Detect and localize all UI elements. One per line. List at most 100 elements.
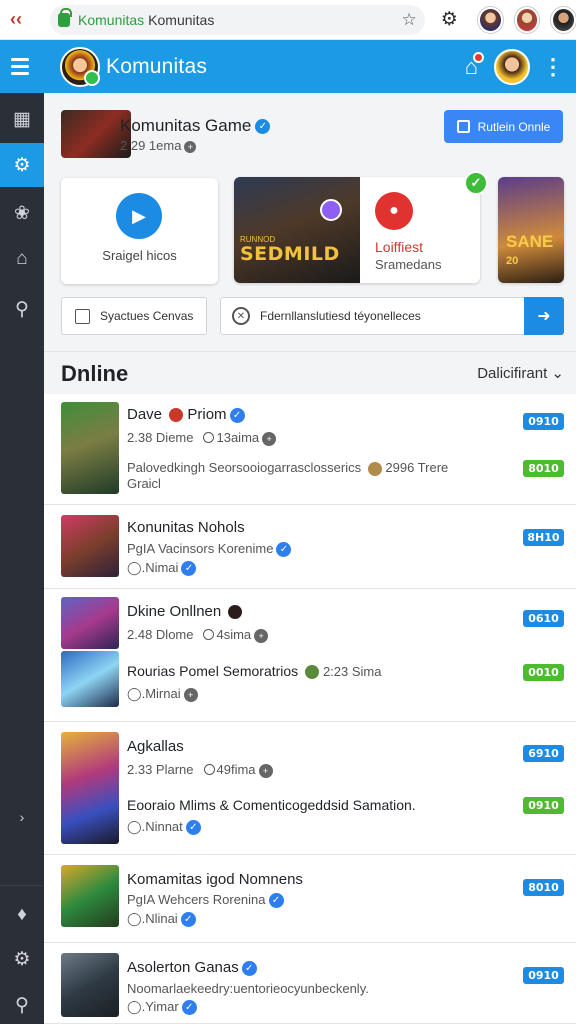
- list-item[interactable]: Komamitas igod Nomnens PgIA Wehcers Rore…: [44, 855, 576, 943]
- item-name: Dkine Onllnen: [127, 603, 243, 620]
- sidebar: ▦ ⚙ ❀ ⌂ ⚲ › ♦ ⚙ ⚲: [0, 93, 44, 1024]
- checkbox[interactable]: [75, 308, 90, 324]
- gear-icon[interactable]: ⚙: [0, 143, 44, 187]
- verified-icon: ✓: [181, 1000, 197, 1016]
- tile-game-title: SANE: [506, 232, 554, 251]
- featured-game-tile[interactable]: RUNNOD SEDMILD ● Loiffiest Sramedans: [234, 177, 480, 283]
- tile-title: Loiffiest: [375, 239, 423, 255]
- address-bar[interactable]: Komunitas Komunitas ☆: [50, 4, 425, 35]
- url-domain: Komunitas: [78, 11, 145, 28]
- search-field[interactable]: ✕ ➜: [220, 297, 564, 335]
- main-content: Komunitas Game ✓ 2 29 1ema + Rutlein Onnle…: [44, 93, 576, 1024]
- house-icon[interactable]: ⌂: [0, 237, 44, 281]
- artwork-title: SEDMILD: [240, 243, 340, 265]
- item-description: Rourias Pomel Semoratrios 2:23 Sima: [127, 663, 382, 680]
- clock-icon: [203, 432, 215, 443]
- status-badge: 0910: [523, 797, 564, 814]
- at-icon: ◯: [127, 819, 142, 834]
- item-meta: 2.48 Dlome 4sima +: [127, 627, 269, 643]
- search-icon[interactable]: ⚲: [0, 983, 44, 1024]
- notification-dot: [473, 51, 484, 63]
- info-icon: +: [262, 431, 277, 446]
- item-name: Agkallas: [127, 738, 184, 755]
- sort-dropdown[interactable]: Dalicifirant ⌄: [477, 364, 564, 382]
- status-badge: 8H10: [523, 529, 564, 546]
- section-title: Dnline: [61, 361, 129, 386]
- item-note: ◯.Mirnai +: [127, 686, 198, 702]
- avatar[interactable]: [514, 6, 540, 33]
- verified-icon: ✓: [185, 820, 201, 836]
- primary-action-button[interactable]: Rutlein Onnle: [444, 110, 563, 143]
- thumbnail: [61, 402, 119, 494]
- verified-icon: ✓: [276, 542, 292, 558]
- back-icon[interactable]: ‹‹: [0, 9, 32, 30]
- gear-icon[interactable]: ⚙: [0, 937, 44, 981]
- more-options-icon[interactable]: ⋮: [530, 54, 576, 80]
- search-input[interactable]: [260, 309, 505, 323]
- tile-label: Sraigel hicos: [102, 248, 177, 263]
- list-item[interactable]: Agkallas 2.33 Plarne 49fima + Eooraio Mlim…: [44, 722, 576, 855]
- search-icon[interactable]: ⚲: [0, 287, 44, 331]
- profile-avatar[interactable]: [494, 48, 530, 85]
- book-icon[interactable]: ▦: [0, 97, 44, 141]
- game-tile[interactable]: SANE 20: [498, 177, 564, 283]
- info-icon: +: [258, 763, 273, 778]
- item-note: ◯.Nlinai ✓: [127, 911, 196, 928]
- check-icon: ✓: [464, 171, 488, 195]
- list-item[interactable]: Dave Priom ✓ 2.38 Dieme 13aima + Palovedkin…: [44, 394, 576, 505]
- status-badge: 8010: [523, 460, 564, 477]
- verified-icon: ✓: [255, 119, 271, 135]
- item-note: Graicl: [127, 476, 161, 491]
- at-icon: ◯: [127, 911, 142, 926]
- thumbnail: [61, 865, 119, 927]
- close-icon[interactable]: ✕: [232, 307, 250, 325]
- thumbnail: [61, 732, 119, 844]
- menu-icon[interactable]: [0, 58, 40, 75]
- avatar[interactable]: [477, 6, 503, 33]
- clock-icon: [203, 764, 215, 775]
- item-description: PgIA Wehcers Rorenina ✓: [127, 892, 284, 909]
- info-icon: +: [183, 687, 198, 702]
- app-title: Komunitas: [106, 54, 208, 78]
- list-item[interactable]: Asolerton Ganas ✓ Noomarlaekeedry:uentori…: [44, 943, 576, 1024]
- feature-tile[interactable]: ▶ Sraigel hicos: [61, 178, 218, 284]
- verified-icon: ✓: [268, 893, 284, 909]
- verified-icon: ✓: [180, 912, 196, 928]
- notifications-icon[interactable]: ⌂: [465, 51, 484, 80]
- emblem-icon: [169, 408, 184, 423]
- app-logo: [60, 46, 100, 87]
- filter-checkbox[interactable]: Syactues Cenvas: [61, 297, 207, 335]
- emblem-icon: [305, 665, 320, 680]
- star-icon[interactable]: ☆: [402, 10, 417, 30]
- clock-icon: [203, 629, 215, 640]
- checkbox-icon: [456, 120, 470, 133]
- info-icon: +: [254, 628, 269, 643]
- thumbnail: [61, 953, 119, 1017]
- emblem-icon: [228, 605, 243, 620]
- thumbnail: [61, 515, 119, 577]
- feather-icon[interactable]: ❀: [0, 191, 44, 235]
- list-item[interactable]: Konunitas Nohols PgIA Vacinsors Korenime…: [44, 505, 576, 589]
- tile-game-number: 20: [506, 255, 519, 267]
- game-title: Komunitas Game ✓: [120, 116, 271, 136]
- avatar[interactable]: [551, 6, 576, 33]
- emblem-icon: [367, 461, 382, 476]
- game-subtitle: 2 29 1ema +: [120, 138, 197, 153]
- item-name: Dave Priom ✓: [127, 406, 245, 423]
- chevron-right-icon[interactable]: ›: [0, 795, 44, 839]
- list-item[interactable]: Dkine Onllnen 2.48 Dlome 4sima + Rourias P…: [44, 589, 576, 722]
- game-artwork: RUNNOD SEDMILD: [234, 177, 360, 283]
- info-icon: +: [184, 140, 197, 153]
- item-meta: 2.38 Dieme 13aima +: [127, 430, 277, 446]
- item-note: ◯.Nimai ✓: [127, 560, 197, 577]
- thumbnail: [61, 651, 119, 707]
- lock-icon: [58, 7, 73, 27]
- item-description: Noomarlaekeedry:uentorieocyunbeckenly.: [127, 981, 369, 996]
- status-badge: 0910: [523, 413, 564, 430]
- gear-icon[interactable]: ⚙: [441, 8, 458, 31]
- arrow-right-icon[interactable]: ➜: [524, 297, 564, 335]
- status-badge: 8010: [523, 879, 564, 896]
- puzzle-icon[interactable]: ♦: [0, 893, 44, 937]
- status-badge: 0010: [523, 664, 564, 681]
- divider: [0, 885, 44, 886]
